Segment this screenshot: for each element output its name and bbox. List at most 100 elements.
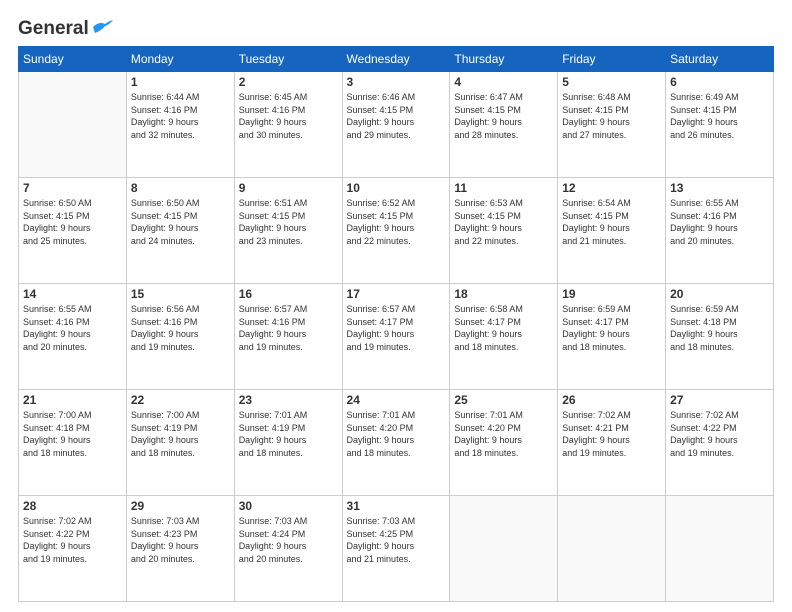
day-number: 3 [347,75,446,89]
day-cell: 25 Sunrise: 7:01 AM Sunset: 4:20 PM Dayli… [450,390,558,496]
day-info: Sunrise: 6:59 AM Sunset: 4:18 PM Dayligh… [670,303,769,353]
day-number: 29 [131,499,230,513]
day-number: 27 [670,393,769,407]
day-number: 30 [239,499,338,513]
logo: General [18,18,113,36]
day-info: Sunrise: 6:54 AM Sunset: 4:15 PM Dayligh… [562,197,661,247]
day-info: Sunrise: 6:47 AM Sunset: 4:15 PM Dayligh… [454,91,553,141]
day-info: Sunrise: 6:51 AM Sunset: 4:15 PM Dayligh… [239,197,338,247]
day-number: 13 [670,181,769,195]
col-thursday: Thursday [450,47,558,72]
day-number: 14 [23,287,122,301]
day-number: 8 [131,181,230,195]
day-info: Sunrise: 7:00 AM Sunset: 4:19 PM Dayligh… [131,409,230,459]
day-info: Sunrise: 7:03 AM Sunset: 4:24 PM Dayligh… [239,515,338,565]
day-info: Sunrise: 6:48 AM Sunset: 4:15 PM Dayligh… [562,91,661,141]
day-number: 2 [239,75,338,89]
day-info: Sunrise: 7:03 AM Sunset: 4:25 PM Dayligh… [347,515,446,565]
day-number: 15 [131,287,230,301]
day-number: 1 [131,75,230,89]
day-info: Sunrise: 7:03 AM Sunset: 4:23 PM Dayligh… [131,515,230,565]
day-number: 5 [562,75,661,89]
day-info: Sunrise: 6:55 AM Sunset: 4:16 PM Dayligh… [23,303,122,353]
day-info: Sunrise: 7:01 AM Sunset: 4:19 PM Dayligh… [239,409,338,459]
day-info: Sunrise: 7:01 AM Sunset: 4:20 PM Dayligh… [347,409,446,459]
logo-general: General [18,18,89,40]
day-cell: 24 Sunrise: 7:01 AM Sunset: 4:20 PM Dayli… [342,390,450,496]
day-cell: 28 Sunrise: 7:02 AM Sunset: 4:22 PM Dayli… [19,496,127,602]
day-info: Sunrise: 6:50 AM Sunset: 4:15 PM Dayligh… [131,197,230,247]
day-info: Sunrise: 6:57 AM Sunset: 4:17 PM Dayligh… [347,303,446,353]
day-cell: 1 Sunrise: 6:44 AM Sunset: 4:16 PM Daylig… [126,72,234,178]
logo-bird-icon [91,19,113,35]
day-cell: 23 Sunrise: 7:01 AM Sunset: 4:19 PM Dayli… [234,390,342,496]
day-cell: 20 Sunrise: 6:59 AM Sunset: 4:18 PM Dayli… [666,284,774,390]
page: General Sunday Monday Tuesday Wednesday … [0,0,792,612]
day-cell: 30 Sunrise: 7:03 AM Sunset: 4:24 PM Dayli… [234,496,342,602]
day-cell: 27Sunrise: 7:02 AM Sunset: 4:22 PM Dayli… [666,390,774,496]
day-info: Sunrise: 6:44 AM Sunset: 4:16 PM Dayligh… [131,91,230,141]
day-cell: 9 Sunrise: 6:51 AM Sunset: 4:15 PM Daylig… [234,178,342,284]
header: General [18,18,774,36]
day-number: 10 [347,181,446,195]
calendar-header-row: Sunday Monday Tuesday Wednesday Thursday… [19,47,774,72]
day-cell: 12 Sunrise: 6:54 AM Sunset: 4:15 PM Dayli… [558,178,666,284]
day-number: 17 [347,287,446,301]
day-cell: 7Sunrise: 6:50 AM Sunset: 4:15 PM Daylig… [19,178,127,284]
day-number: 26 [562,393,661,407]
day-number: 28 [23,499,122,513]
day-cell: 10 Sunrise: 6:52 AM Sunset: 4:15 PM Dayli… [342,178,450,284]
day-cell: 19Sunrise: 6:59 AM Sunset: 4:17 PM Dayli… [558,284,666,390]
week-row-1: 1 Sunrise: 6:44 AM Sunset: 4:16 PM Daylig… [19,72,774,178]
col-tuesday: Tuesday [234,47,342,72]
col-monday: Monday [126,47,234,72]
day-info: Sunrise: 6:46 AM Sunset: 4:15 PM Dayligh… [347,91,446,141]
day-number: 9 [239,181,338,195]
day-number: 21 [23,393,122,407]
day-number: 18 [454,287,553,301]
day-info: Sunrise: 6:49 AM Sunset: 4:15 PM Dayligh… [670,91,769,141]
day-cell: 3 Sunrise: 6:46 AM Sunset: 4:15 PM Daylig… [342,72,450,178]
day-cell: 21 Sunrise: 7:00 AM Sunset: 4:18 PM Dayli… [19,390,127,496]
week-row-3: 14 Sunrise: 6:55 AM Sunset: 4:16 PM Dayli… [19,284,774,390]
day-cell: 8 Sunrise: 6:50 AM Sunset: 4:15 PM Daylig… [126,178,234,284]
day-info: Sunrise: 6:53 AM Sunset: 4:15 PM Dayligh… [454,197,553,247]
day-info: Sunrise: 6:56 AM Sunset: 4:16 PM Dayligh… [131,303,230,353]
day-info: Sunrise: 6:50 AM Sunset: 4:15 PM Dayligh… [23,197,122,247]
day-number: 22 [131,393,230,407]
day-number: 23 [239,393,338,407]
day-info: Sunrise: 6:55 AM Sunset: 4:16 PM Dayligh… [670,197,769,247]
day-info: Sunrise: 7:00 AM Sunset: 4:18 PM Dayligh… [23,409,122,459]
day-cell: 22 Sunrise: 7:00 AM Sunset: 4:19 PM Dayli… [126,390,234,496]
day-cell [666,496,774,602]
col-friday: Friday [558,47,666,72]
week-row-4: 21 Sunrise: 7:00 AM Sunset: 4:18 PM Dayli… [19,390,774,496]
day-number: 24 [347,393,446,407]
day-cell [19,72,127,178]
day-cell: 2 Sunrise: 6:45 AM Sunset: 4:16 PM Daylig… [234,72,342,178]
day-number: 11 [454,181,553,195]
day-cell: 13 Sunrise: 6:55 AM Sunset: 4:16 PM Dayli… [666,178,774,284]
day-number: 19 [562,287,661,301]
day-number: 20 [670,287,769,301]
day-number: 25 [454,393,553,407]
day-info: Sunrise: 7:02 AM Sunset: 4:22 PM Dayligh… [23,515,122,565]
day-cell: 14 Sunrise: 6:55 AM Sunset: 4:16 PM Dayli… [19,284,127,390]
day-cell: 4 Sunrise: 6:47 AM Sunset: 4:15 PM Daylig… [450,72,558,178]
day-number: 12 [562,181,661,195]
day-cell [450,496,558,602]
day-number: 4 [454,75,553,89]
day-cell: 11 Sunrise: 6:53 AM Sunset: 4:15 PM Dayli… [450,178,558,284]
day-info: Sunrise: 6:58 AM Sunset: 4:17 PM Dayligh… [454,303,553,353]
day-number: 6 [670,75,769,89]
day-number: 16 [239,287,338,301]
day-cell: 17 Sunrise: 6:57 AM Sunset: 4:17 PM Dayli… [342,284,450,390]
day-info: Sunrise: 6:45 AM Sunset: 4:16 PM Dayligh… [239,91,338,141]
day-info: Sunrise: 6:57 AM Sunset: 4:16 PM Dayligh… [239,303,338,353]
day-cell: 26Sunrise: 7:02 AM Sunset: 4:21 PM Dayli… [558,390,666,496]
day-info: Sunrise: 6:52 AM Sunset: 4:15 PM Dayligh… [347,197,446,247]
day-info: Sunrise: 7:01 AM Sunset: 4:20 PM Dayligh… [454,409,553,459]
day-cell [558,496,666,602]
week-row-2: 7Sunrise: 6:50 AM Sunset: 4:15 PM Daylig… [19,178,774,284]
col-wednesday: Wednesday [342,47,450,72]
